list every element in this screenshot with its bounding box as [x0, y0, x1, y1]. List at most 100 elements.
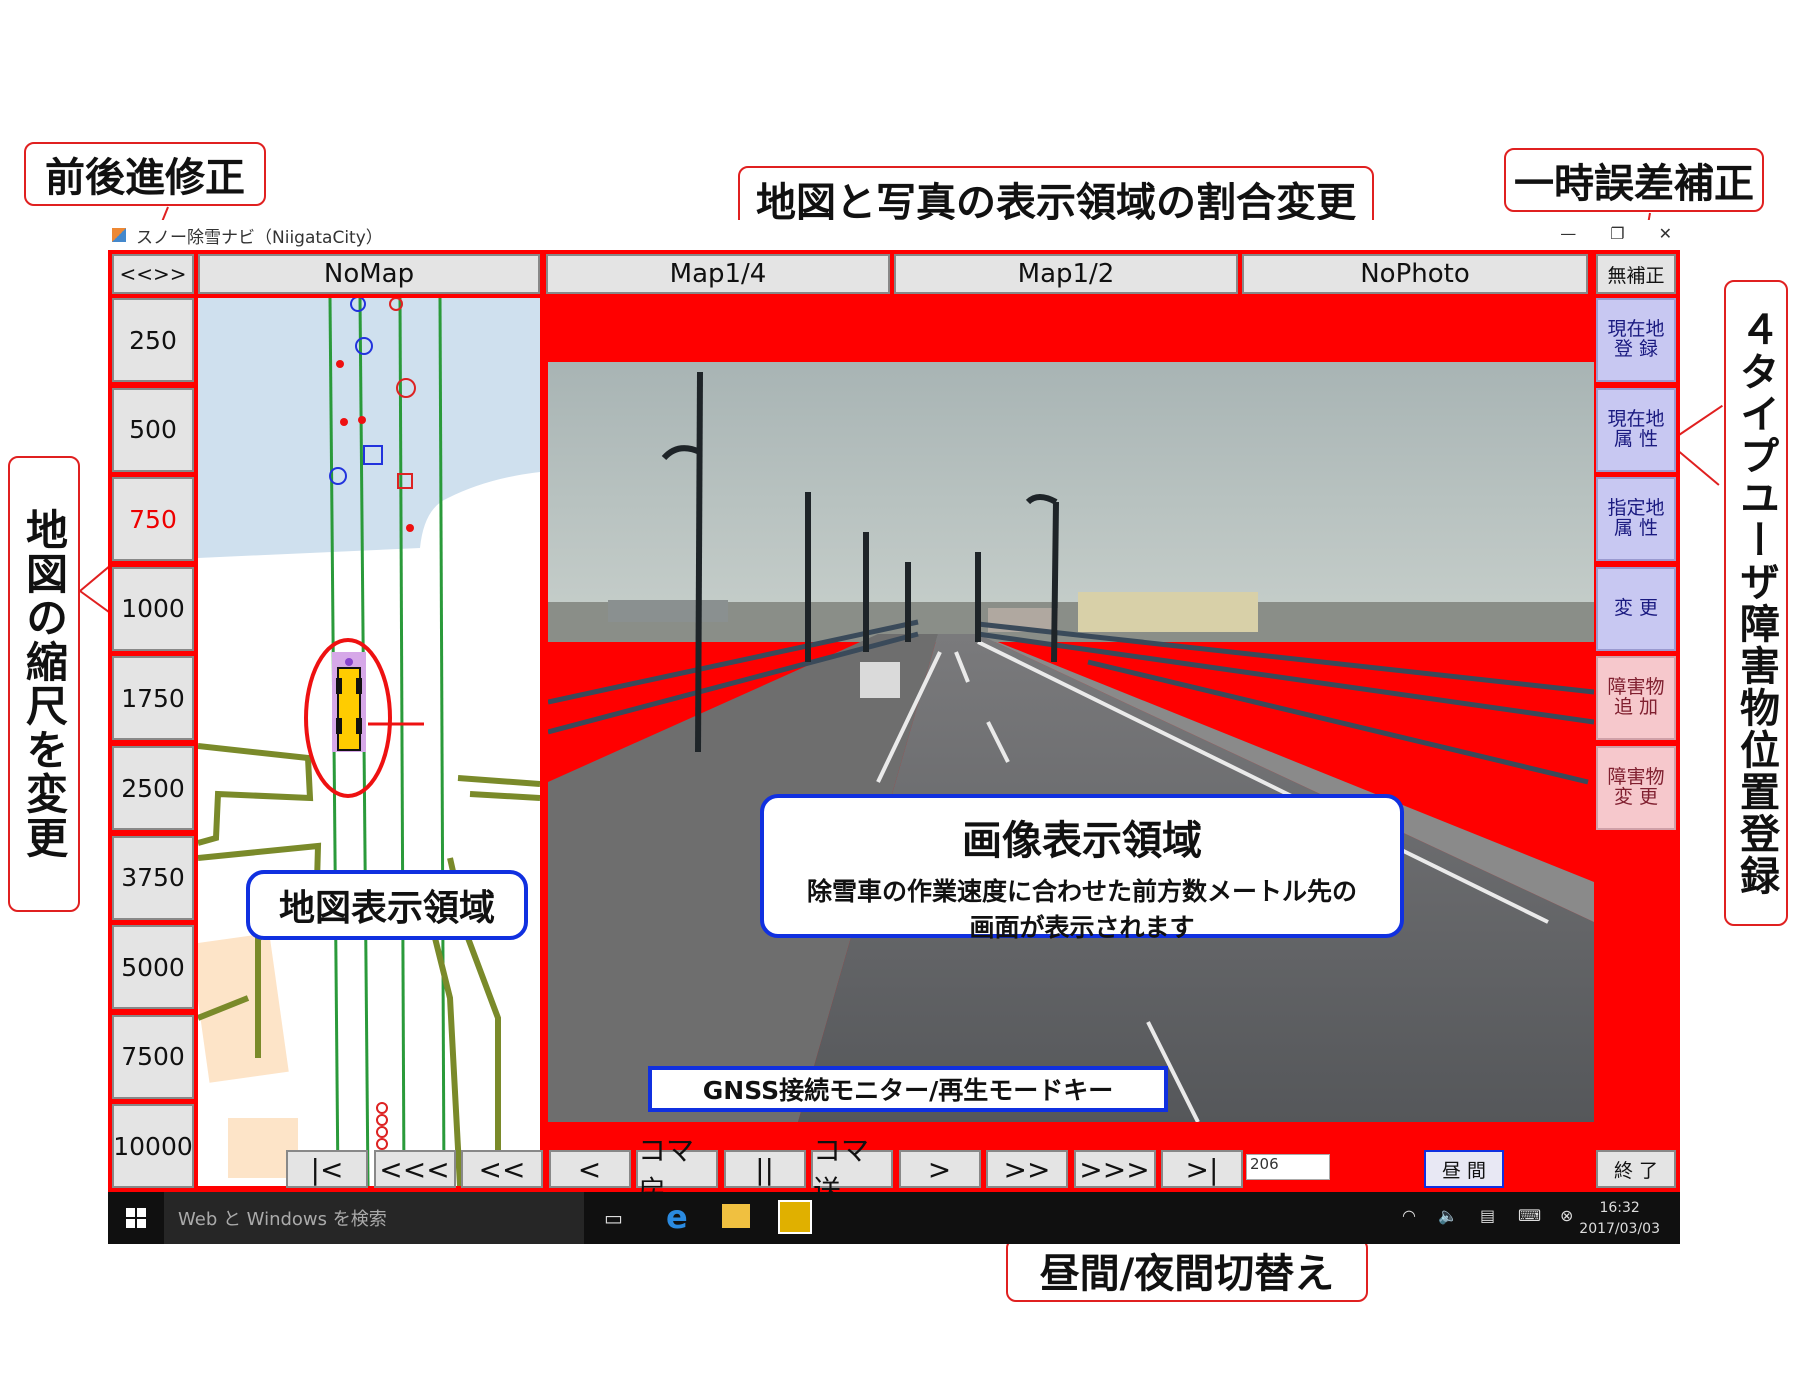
window-controls: — ❐ ✕ — [1560, 224, 1672, 243]
exit-label: 終 了 — [1613, 1159, 1659, 1182]
file-explorer-icon[interactable] — [722, 1204, 750, 1228]
seek-adjust-button[interactable]: <<>> — [112, 254, 194, 294]
playback-button-3[interactable]: < — [548, 1150, 631, 1188]
scale-button-3750[interactable]: 3750 — [112, 835, 194, 920]
scale-button-5000[interactable]: 5000 — [112, 925, 194, 1010]
app-icon — [112, 228, 126, 242]
playback-button-label: || — [755, 1152, 774, 1186]
map-view[interactable]: 地図表示領域 — [198, 298, 540, 1186]
playback-button-4[interactable]: コマ戻 — [636, 1134, 718, 1207]
side-button-1[interactable]: 現在地 属 性 — [1596, 387, 1676, 472]
car — [860, 662, 900, 698]
start-button[interactable] — [126, 1208, 146, 1228]
side-button-5[interactable]: 障害物 変 更 — [1596, 746, 1676, 830]
side-button-label: 変 更 — [1613, 596, 1659, 619]
callout-obstacle-register-text: ４タイプユーザ障害物位置登録 — [1733, 309, 1779, 897]
wifi-icon[interactable]: ◠ — [1402, 1206, 1416, 1225]
playback-button-label: > — [927, 1152, 952, 1186]
frame-counter-input[interactable]: 206 — [1246, 1154, 1330, 1180]
image-area-desc-2: 画面が表示されます — [969, 913, 1195, 942]
close-circle-icon[interactable]: ⊗ — [1560, 1206, 1573, 1225]
taskbar: Web と Windows を検索 ▭ e ◠ 🔈 ▤ ⌨ ⊗ 16:32 20… — [108, 1192, 1680, 1244]
callout-day-night-text: 昼間/夜間切替え — [1039, 1251, 1335, 1297]
frame-counter-value: 206 — [1250, 1155, 1279, 1173]
playback-button-8[interactable]: >> — [986, 1150, 1068, 1188]
water-area — [198, 298, 540, 558]
playback-button-6[interactable]: コマ送 — [811, 1134, 893, 1207]
edge-icon[interactable]: e — [666, 1198, 688, 1236]
scale-button-2500[interactable]: 2500 — [112, 746, 194, 830]
callout-temp-correction-text: 一時誤差補正 — [1514, 161, 1754, 207]
callout-obstacle-register: ４タイプユーザ障害物位置登録 — [1724, 280, 1788, 926]
side-button-4[interactable]: 障害物 追 加 — [1596, 656, 1676, 741]
playback-button-5[interactable]: || — [723, 1150, 806, 1188]
playback-button-10[interactable]: >| — [1161, 1150, 1243, 1188]
playback-button-9[interactable]: >>> — [1073, 1150, 1156, 1188]
side-button-label: 現在地 属 性 — [1607, 407, 1665, 450]
callout-obstacle-leader-2 — [1675, 448, 1720, 486]
window-title: スノー除雪ナビ（NiigataCity） — [136, 227, 383, 248]
taskbar-clock[interactable]: 16:32 2017/03/03 — [1579, 1198, 1660, 1240]
callout-day-night: 昼間/夜間切替え — [1006, 1238, 1368, 1302]
no-map-label: NoMap — [323, 259, 415, 289]
close-button[interactable]: ✕ — [1659, 224, 1672, 243]
scale-button-1000[interactable]: 1000 — [112, 566, 194, 651]
scale-label: 2500 — [121, 773, 185, 803]
main-frame: <<>> NoMap Map1/4 Map1/2 NoPhoto 無補正 地図表… — [108, 250, 1680, 1207]
task-view-icon[interactable]: ▭ — [604, 1206, 623, 1230]
scale-button-7500[interactable]: 7500 — [112, 1014, 194, 1099]
scale-label: 750 — [129, 504, 177, 534]
side-button-3[interactable]: 変 更 — [1596, 566, 1676, 651]
no-map-button[interactable]: NoMap — [198, 254, 540, 294]
playback-button-1[interactable]: <<< — [373, 1150, 456, 1188]
building-block — [198, 933, 289, 1083]
scale-button-750[interactable]: 750 — [112, 477, 194, 562]
clock-time: 16:32 — [1599, 1200, 1640, 1216]
road-photo — [548, 362, 1594, 1122]
day-night-label: 昼 間 — [1441, 1159, 1487, 1182]
scale-button-250[interactable]: 250 — [112, 298, 194, 382]
map-half-button[interactable]: Map1/2 — [894, 254, 1238, 294]
scale-label: 1000 — [121, 594, 185, 624]
app-window: スノー除雪ナビ（NiigataCity） — ❐ ✕ <<>> NoMap Ma… — [108, 220, 1680, 1244]
snow-navi-app-icon[interactable] — [778, 1200, 812, 1234]
photo-view: 画像表示領域 除雪車の作業速度に合わせた前方数メートル先の 画面が表示されます … — [548, 362, 1594, 1122]
playback-button-label: < — [577, 1152, 602, 1186]
map-half-label: Map1/2 — [1017, 259, 1115, 289]
playback-button-7[interactable]: > — [898, 1150, 981, 1188]
volume-icon[interactable]: 🔈 — [1438, 1206, 1458, 1225]
playback-button-2[interactable]: << — [461, 1150, 543, 1188]
callout-seek-adjust-text: 前後進修正 — [45, 155, 245, 201]
side-button-2[interactable]: 指定地 属 性 — [1596, 477, 1676, 562]
scale-button-1750[interactable]: 1750 — [112, 656, 194, 741]
minimize-button[interactable]: — — [1560, 224, 1576, 243]
playback-button-label: >| — [1185, 1152, 1219, 1186]
map-quarter-button[interactable]: Map1/4 — [546, 254, 890, 294]
playback-button-label: << — [478, 1152, 526, 1186]
callout-map-scale-leader-2 — [79, 590, 112, 615]
image-area-label-box: 画像表示領域 除雪車の作業速度に合わせた前方数メートル先の 画面が表示されます — [760, 794, 1404, 942]
exit-button[interactable]: 終 了 — [1596, 1150, 1676, 1188]
playback-button-label: |< — [310, 1152, 344, 1186]
notification-icon[interactable]: ▤ — [1480, 1206, 1495, 1225]
image-area-desc-1: 除雪車の作業速度に合わせた前方数メートル先の — [806, 877, 1357, 906]
side-button-0[interactable]: 現在地 登 録 — [1596, 298, 1676, 382]
callout-temp-correction: 一時誤差補正 — [1504, 148, 1764, 212]
no-photo-button[interactable]: NoPhoto — [1242, 254, 1588, 294]
callout-map-scale-change: 地図の縮尺を変更 — [8, 456, 80, 912]
keyboard-icon[interactable]: ⌨ — [1518, 1206, 1541, 1225]
no-correction-button[interactable]: 無補正 — [1596, 254, 1676, 294]
playback-button-0[interactable]: |< — [286, 1150, 368, 1188]
day-night-toggle-button[interactable]: 昼 間 — [1424, 1150, 1504, 1188]
side-button-label: 指定地 属 性 — [1607, 497, 1665, 540]
restore-button[interactable]: ❐ — [1610, 224, 1624, 243]
taskbar-search[interactable]: Web と Windows を検索 — [164, 1192, 584, 1244]
scale-label: 10000 — [113, 1131, 193, 1161]
no-correction-label: 無補正 — [1607, 264, 1665, 287]
map-canvas — [198, 298, 540, 1186]
callout-map-scale-change-text: 地図の縮尺を変更 — [19, 508, 69, 860]
callout-seek-adjust: 前後進修正 — [24, 142, 266, 206]
map-quarter-label: Map1/4 — [669, 259, 767, 289]
scale-button-10000[interactable]: 10000 — [112, 1104, 194, 1189]
scale-button-500[interactable]: 500 — [112, 387, 194, 472]
